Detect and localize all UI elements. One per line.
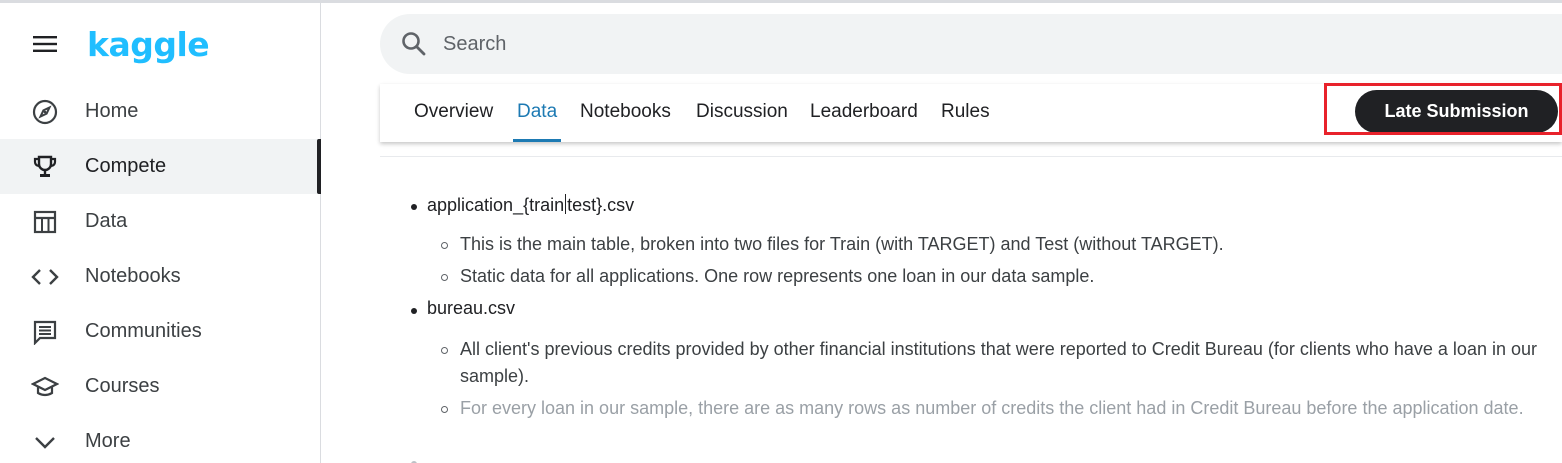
sidebar-item-more[interactable]: More	[0, 414, 320, 463]
sidebar: kaggle Home Compete Data Notebooks Commu…	[0, 3, 321, 463]
tab-overview[interactable]: Overview	[414, 84, 493, 142]
list-bullet	[441, 242, 448, 249]
menu-icon	[33, 36, 57, 52]
trophy-icon	[31, 153, 59, 181]
search-icon	[402, 32, 426, 56]
list-item: For every loan in our sample, there are …	[460, 398, 1524, 418]
sidebar-item-notebooks[interactable]: Notebooks	[0, 249, 320, 304]
text-cursor	[565, 194, 567, 214]
competition-tabs: Overview Data Notebooks Discussion Leade…	[380, 84, 1562, 142]
tab-discussion[interactable]: Discussion	[696, 84, 788, 142]
list-bullet	[411, 308, 417, 314]
list-bullet	[441, 274, 448, 281]
divider	[380, 156, 1562, 157]
table-icon	[31, 208, 59, 236]
graduation-cap-icon	[31, 373, 59, 401]
chevron-down-icon	[31, 428, 59, 456]
late-submission-button[interactable]: Late Submission	[1355, 90, 1558, 133]
tab-leaderboard[interactable]: Leaderboard	[810, 84, 918, 142]
tab-data[interactable]: Data	[512, 84, 562, 142]
file-name-bureau: bureau.csv	[427, 298, 516, 318]
file-name-part: test}.csv	[567, 195, 635, 215]
sidebar-item-home[interactable]: Home	[0, 84, 320, 139]
compass-icon	[31, 98, 59, 126]
sidebar-item-courses[interactable]: Courses	[0, 359, 320, 414]
sidebar-item-label: Courses	[85, 375, 160, 397]
sidebar-nav: Home Compete Data Notebooks Communities	[0, 84, 321, 463]
sidebar-item-label: Notebooks	[85, 265, 181, 287]
code-icon	[31, 263, 59, 291]
sidebar-item-label: Home	[85, 100, 139, 122]
comment-icon	[31, 318, 59, 346]
list-item: All client's previous credits provided b…	[460, 339, 1537, 386]
list-bullet	[441, 406, 448, 413]
list-bullet	[411, 204, 417, 210]
sidebar-item-label: Communities	[85, 320, 202, 342]
sidebar-item-data[interactable]: Data	[0, 194, 320, 249]
search-bar[interactable]	[380, 14, 1562, 74]
tab-notebooks[interactable]: Notebooks	[580, 84, 671, 142]
search-input[interactable]	[443, 14, 1043, 74]
sidebar-item-label: More	[85, 430, 131, 452]
sidebar-item-communities[interactable]: Communities	[0, 304, 320, 359]
list-bullet	[441, 347, 448, 354]
hamburger-menu-button[interactable]	[26, 29, 64, 59]
sidebar-item-label: Compete	[85, 155, 167, 177]
sidebar-item-label: Data	[85, 210, 128, 232]
tab-rules[interactable]: Rules	[941, 84, 990, 142]
file-name-part: application_{train	[427, 195, 565, 215]
list-item: This is the main table, broken into two …	[460, 234, 1224, 254]
list-item: Static data for all applications. One ro…	[460, 266, 1095, 286]
sidebar-item-compete[interactable]: Compete	[0, 139, 321, 194]
file-name-application: application_{train test}.csv	[427, 194, 634, 216]
kaggle-logo[interactable]: kaggle	[87, 25, 210, 64]
